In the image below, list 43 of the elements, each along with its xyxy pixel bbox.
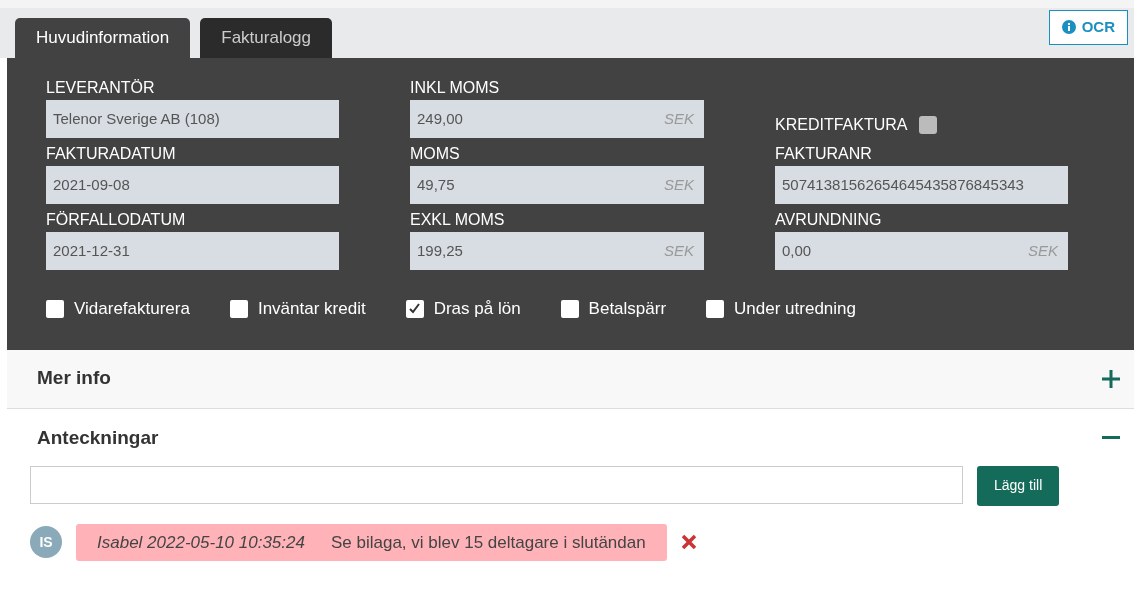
checkbox[interactable] — [229, 299, 248, 318]
checkbox[interactable] — [405, 299, 424, 318]
checkbox-label: Inväntar kredit — [257, 298, 366, 320]
note-input[interactable] — [30, 465, 963, 504]
section-header[interactable]: Anteckningar — [7, 408, 1134, 468]
checkbox-label: Betalspärr — [588, 298, 667, 320]
field-label: INKL MOMS — [410, 78, 501, 98]
input-field[interactable]: 2021-12-31 — [46, 232, 339, 270]
add-button[interactable]: Lägg till — [977, 465, 1060, 506]
field-label: LEVERANTÖR — [46, 78, 156, 98]
collapse-icon[interactable] — [1102, 436, 1120, 440]
input-field[interactable]: 2021-09-08 — [46, 166, 339, 204]
expand-icon[interactable] — [1102, 369, 1120, 388]
section-title: Anteckningar — [37, 425, 159, 450]
input-field[interactable]: 249,00 SEK — [410, 100, 704, 138]
input-field[interactable]: 0,00 SEK — [775, 232, 1068, 270]
checkbox-label: Under utredning — [734, 298, 856, 320]
field-label: FAKTURANR — [775, 144, 873, 164]
info-icon — [1061, 20, 1076, 35]
section-header[interactable]: Mer info — [7, 349, 1134, 409]
note-author-time: Isabel 2022-05-10 10:35:24 — [97, 531, 305, 554]
tab[interactable]: Fakturalogg — [200, 18, 333, 58]
field-label: EXKL MOMS — [410, 210, 506, 230]
note-text: Se bilaga, vi blev 15 deltagare i slutändan — [330, 531, 646, 554]
checkbox[interactable] — [560, 299, 579, 318]
field-label: AVRUNDNING — [775, 210, 883, 230]
checkbox-label: Vidarefakturera — [74, 298, 190, 320]
field-label: KREDITFAKTURA — [775, 114, 908, 135]
checkbox[interactable] — [706, 299, 725, 318]
input-field[interactable]: 49,75 SEK — [410, 166, 704, 204]
field-label: FAKTURADATUM — [46, 144, 177, 164]
section-title: Mer info — [37, 366, 111, 391]
checkbox[interactable] — [46, 299, 64, 318]
input-field[interactable]: 50741381562654645435876845343 — [775, 166, 1068, 204]
field-label: FÖRFALLODATUM — [46, 210, 187, 230]
ocr-button[interactable]: OCR — [1048, 10, 1128, 45]
field-label: MOMS — [410, 144, 461, 164]
input-field[interactable]: 199,25 SEK — [410, 232, 704, 270]
input-field[interactable]: Telenor Sverige AB (108) — [46, 100, 339, 138]
close-icon[interactable] — [680, 534, 697, 551]
tab[interactable]: Huvudinformation — [15, 18, 191, 58]
avatar: IS — [30, 526, 62, 559]
checkbox-label: Dras på lön — [433, 298, 521, 320]
